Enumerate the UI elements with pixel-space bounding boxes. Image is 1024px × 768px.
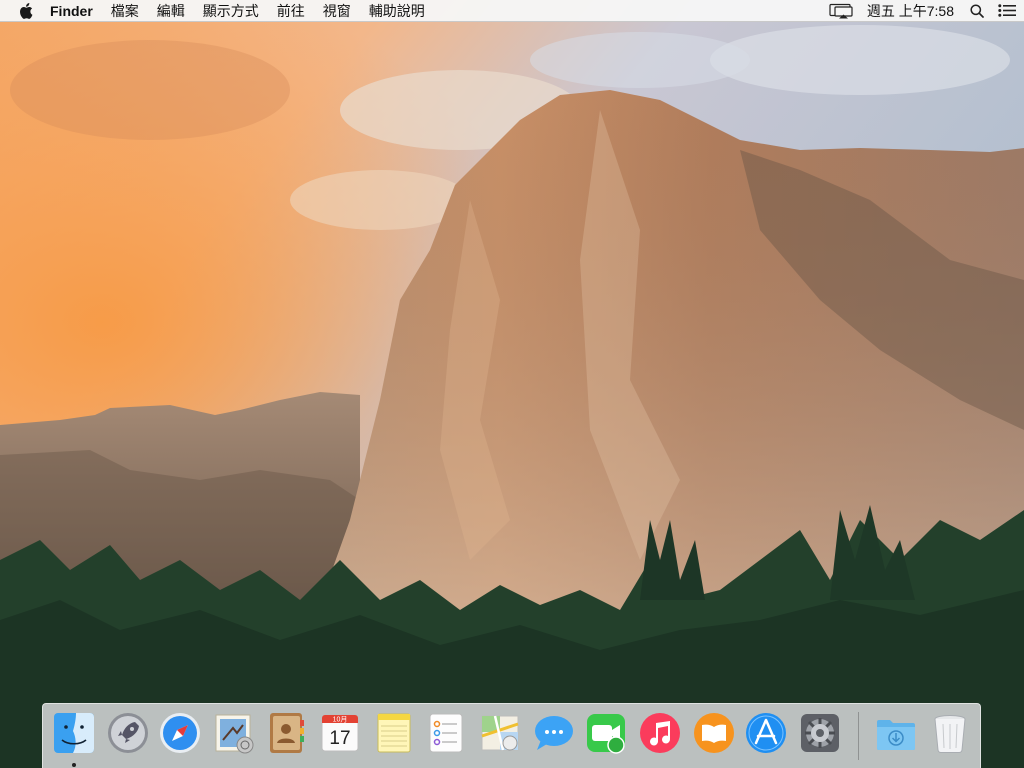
menu-window[interactable]: 視窗 bbox=[314, 0, 360, 22]
menu-edit[interactable]: 編輯 bbox=[148, 0, 194, 22]
notification-center-icon[interactable] bbox=[990, 0, 1024, 22]
dock-contacts[interactable] bbox=[263, 710, 309, 756]
calendar-icon: 10月 17 bbox=[321, 714, 359, 752]
safari-icon bbox=[160, 713, 200, 753]
dock-reminders[interactable] bbox=[423, 710, 469, 756]
menu-go[interactable]: 前往 bbox=[268, 0, 314, 22]
running-indicator bbox=[72, 763, 76, 767]
messages-icon bbox=[535, 716, 573, 750]
finder-icon bbox=[54, 713, 94, 753]
app-store-icon bbox=[746, 713, 786, 753]
menu-bar: Finder 檔案 編輯 顯示方式 前往 視窗 輔助說明 週五 上午7:58 bbox=[0, 0, 1024, 22]
dock-trash[interactable] bbox=[927, 710, 973, 756]
dock-system-preferences[interactable] bbox=[797, 710, 843, 756]
dock-maps[interactable] bbox=[477, 710, 523, 756]
dock-ibooks[interactable] bbox=[691, 710, 737, 756]
dock-finder[interactable] bbox=[51, 710, 97, 767]
dock-messages[interactable] bbox=[531, 710, 577, 756]
dock-app-store[interactable] bbox=[743, 710, 789, 756]
dock-mail[interactable] bbox=[211, 710, 257, 756]
dock-calendar[interactable]: 10月 17 bbox=[317, 710, 363, 756]
menu-file[interactable]: 檔案 bbox=[102, 0, 148, 22]
menu-clock[interactable]: 週五 上午7:58 bbox=[857, 0, 964, 22]
dock-launchpad[interactable] bbox=[105, 710, 151, 756]
dock-safari[interactable] bbox=[157, 710, 203, 756]
downloads-folder-icon bbox=[877, 720, 915, 750]
desktop-wallpaper bbox=[0, 0, 1024, 768]
facetime-icon bbox=[587, 714, 625, 754]
menu-view[interactable]: 顯示方式 bbox=[194, 0, 268, 22]
maps-icon bbox=[481, 715, 519, 751]
menu-app-finder[interactable]: Finder bbox=[46, 0, 102, 22]
dock-downloads-folder[interactable] bbox=[873, 710, 919, 756]
system-preferences-icon bbox=[801, 714, 839, 752]
calendar-day: 17 bbox=[329, 728, 350, 749]
mail-icon bbox=[215, 714, 254, 754]
trash-icon bbox=[934, 715, 966, 754]
notes-icon bbox=[377, 713, 411, 753]
spotlight-search-icon[interactable] bbox=[964, 0, 990, 22]
ibooks-icon bbox=[694, 713, 734, 753]
dock-notes[interactable] bbox=[371, 710, 417, 756]
reminders-icon bbox=[429, 713, 463, 753]
dock-itunes[interactable] bbox=[637, 710, 683, 756]
dock-facetime[interactable] bbox=[583, 710, 629, 756]
airplay-display-icon[interactable] bbox=[825, 0, 857, 22]
itunes-icon bbox=[640, 713, 680, 753]
apple-menu-icon[interactable] bbox=[18, 0, 34, 22]
calendar-month: 10月 bbox=[333, 716, 348, 724]
dock: 10月 17 bbox=[42, 703, 981, 768]
contacts-icon bbox=[270, 713, 304, 753]
menu-help[interactable]: 輔助說明 bbox=[360, 0, 434, 22]
dock-divider bbox=[858, 712, 859, 760]
launchpad-icon bbox=[108, 713, 148, 753]
